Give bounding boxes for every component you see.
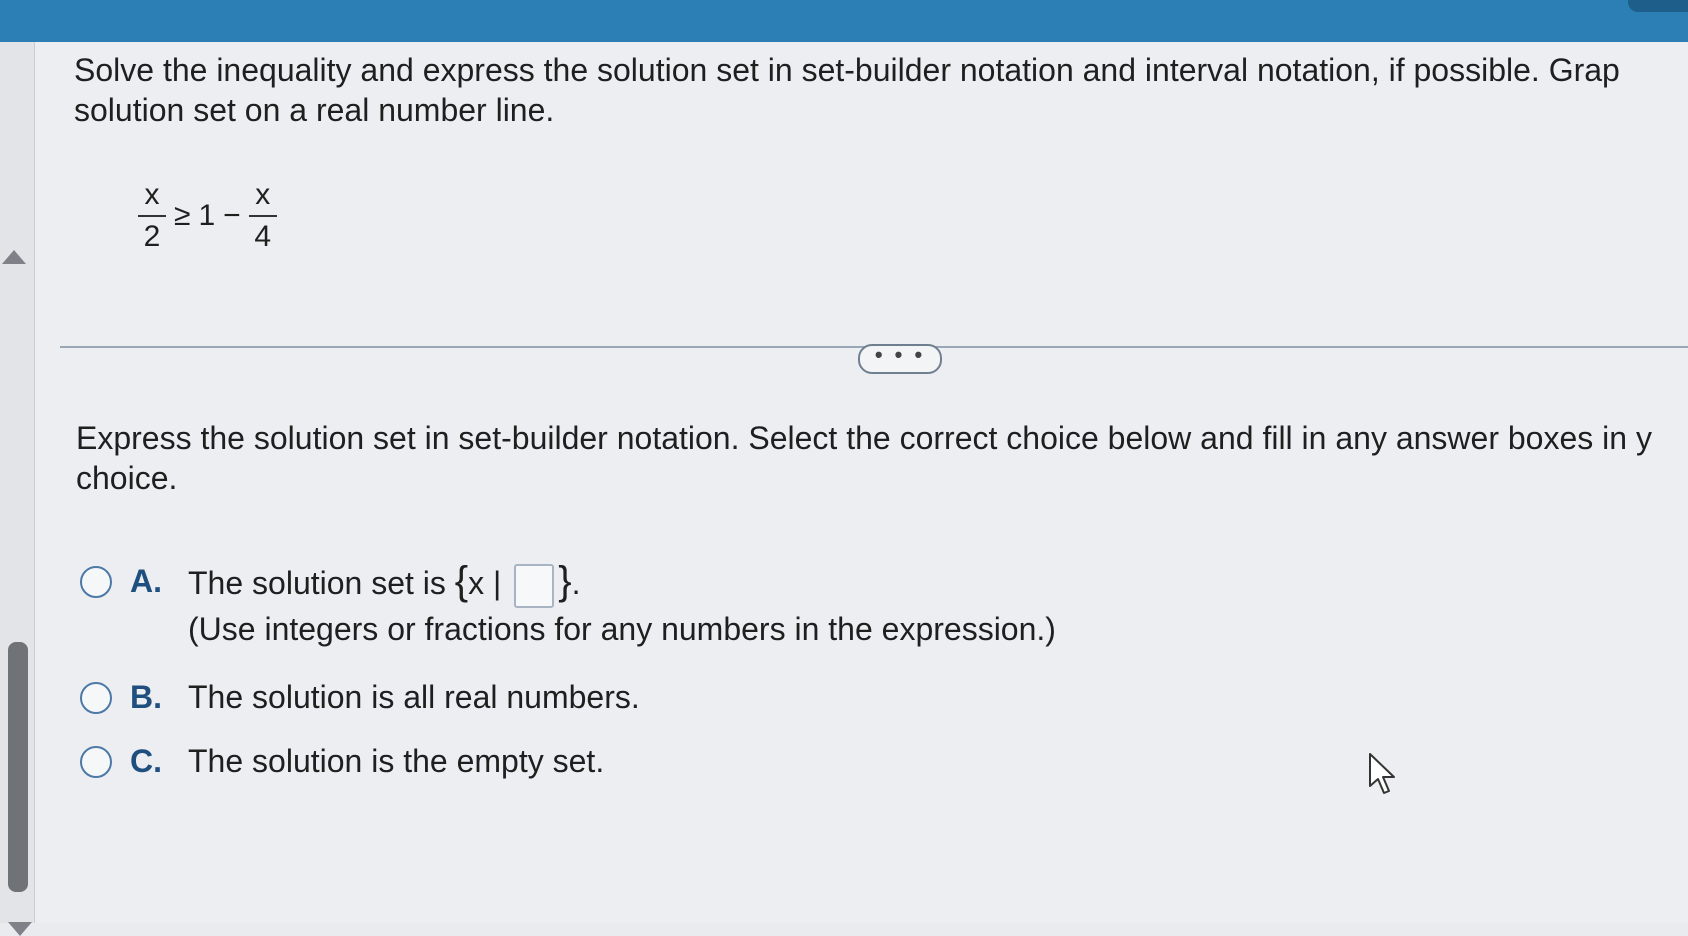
- choice-a-text: The solution set is: [188, 565, 446, 601]
- top-bar-corner: [1628, 0, 1688, 12]
- radio-button-c[interactable]: [80, 746, 112, 778]
- top-bar: [0, 0, 1688, 42]
- radio-button-b[interactable]: [80, 682, 112, 714]
- fraction-bar: [138, 215, 166, 217]
- choice-a-statement: The solution set is {x | }.: [188, 560, 1056, 608]
- choice-letter-b: B.: [130, 679, 162, 715]
- inequality-expression: x 2 ≥ 1 − x 4: [138, 178, 277, 254]
- fraction-numerator: x: [144, 178, 160, 211]
- open-brace: {: [454, 559, 469, 603]
- fraction-denominator: 2: [143, 220, 161, 253]
- close-brace: }: [558, 559, 572, 603]
- scroll-thumb[interactable]: [8, 642, 28, 892]
- fraction-x-over-4: x 4: [248, 178, 277, 254]
- fraction-x-over-2: x 2: [138, 178, 166, 254]
- fraction-denominator: 4: [254, 220, 272, 253]
- choice-c[interactable]: C. The solution is the empty set.: [80, 740, 604, 782]
- set-variable: x |: [468, 565, 502, 601]
- mouse-pointer-icon: [1369, 753, 1395, 794]
- instruction-line-2: choice.: [76, 460, 178, 496]
- choice-b-text: The solution is all real numbers.: [188, 679, 640, 715]
- scroll-down-arrow-icon[interactable]: [8, 922, 32, 936]
- instruction-text: Express the solution set in set-builder …: [76, 418, 1676, 498]
- period: .: [571, 565, 581, 601]
- question-text: Solve the inequality and express the sol…: [74, 50, 1674, 130]
- scrollbar[interactable]: [0, 42, 34, 936]
- minus-sign: −: [223, 199, 241, 232]
- scroll-up-arrow-icon[interactable]: [2, 250, 26, 264]
- constant-term: 1: [198, 199, 216, 232]
- instruction-line-1: Express the solution set in set-builder …: [76, 420, 1652, 456]
- choice-letter-a: A.: [130, 563, 162, 599]
- choice-letter-c: C.: [130, 743, 162, 779]
- question-line-1: Solve the inequality and express the sol…: [74, 52, 1620, 88]
- choice-b[interactable]: B. The solution is all real numbers.: [80, 676, 640, 718]
- answer-input-box[interactable]: [514, 563, 555, 608]
- choice-a-body: The solution set is {x | }. (Use integer…: [188, 560, 1056, 650]
- choice-c-text: The solution is the empty set.: [188, 743, 605, 779]
- radio-button-a[interactable]: [80, 566, 112, 598]
- choice-a[interactable]: A. The solution set is {x | }. (Use inte…: [80, 560, 1056, 650]
- fraction-numerator: x: [255, 178, 271, 211]
- choice-a-hint: (Use integers or fractions for any numbe…: [188, 610, 1056, 647]
- greater-equal-sign: ≥: [174, 199, 191, 232]
- question-line-2: solution set on a real number line.: [74, 92, 555, 128]
- expand-more-button[interactable]: • • •: [858, 344, 942, 374]
- fraction-bar: [248, 215, 277, 217]
